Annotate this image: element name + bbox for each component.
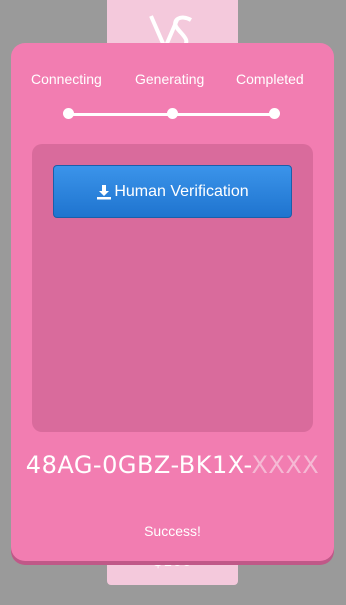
step-generating: Generating [135, 71, 205, 87]
generator-card: Connecting Generating Completed Human Ve… [11, 43, 334, 561]
human-verification-label: Human Verification [114, 182, 249, 200]
progress-steps: Connecting Generating Completed [11, 71, 334, 91]
status-text: Success! [144, 523, 201, 539]
step-completed: Completed [236, 71, 304, 87]
download-icon [97, 184, 112, 199]
progress-dot-generating [167, 108, 178, 119]
step-connecting: Connecting [31, 71, 102, 87]
generated-code: 48AG-0GBZ-BK1X-XXXX [11, 451, 334, 479]
progress-dot-completed [269, 108, 280, 119]
code-masked: XXXX [251, 451, 320, 479]
verification-panel: Human Verification [32, 144, 313, 432]
progress-dot-connecting [63, 108, 74, 119]
code-visible: 48AG-0GBZ-BK1X- [25, 451, 252, 479]
human-verification-button[interactable]: Human Verification [53, 165, 292, 218]
